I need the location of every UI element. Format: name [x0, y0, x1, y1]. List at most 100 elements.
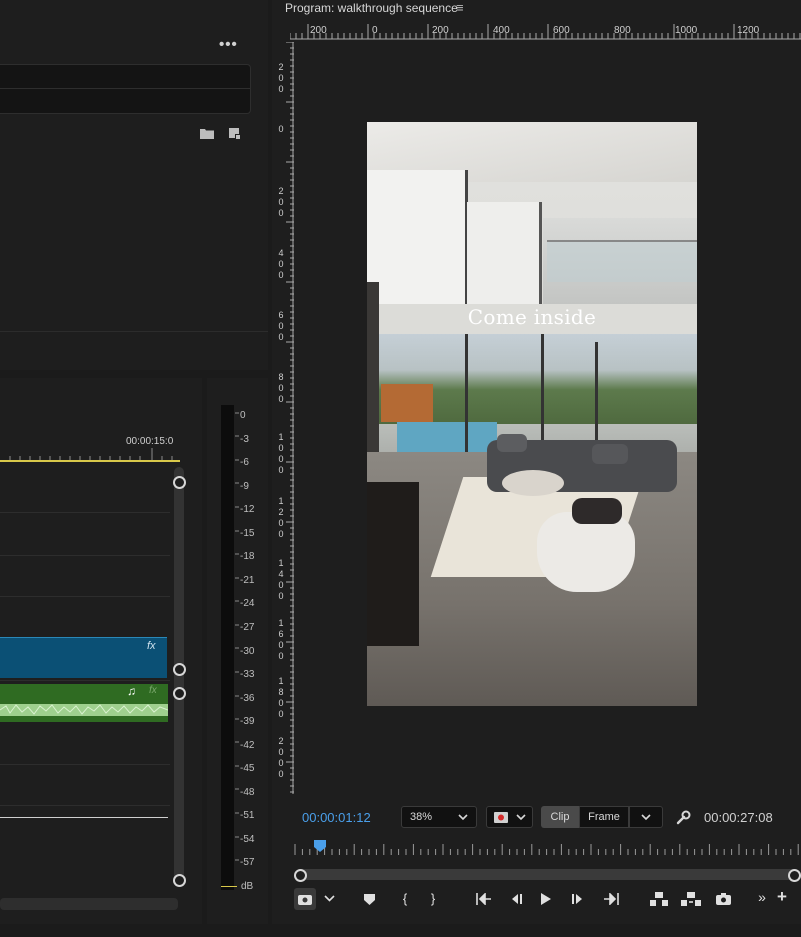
- ruler-v-label: 0: [278, 698, 284, 708]
- track-divider: [0, 512, 170, 513]
- window-mid: [467, 202, 542, 306]
- video-overlay-text: Come inside: [467, 305, 597, 329]
- chevron-down-icon[interactable]: [324, 895, 335, 903]
- ruler-v-label: 1: [278, 432, 284, 442]
- ruler-v-label: 1: [278, 558, 284, 568]
- current-timecode[interactable]: 00:00:01:12: [302, 810, 371, 825]
- frame-dropdown[interactable]: [629, 806, 663, 828]
- ruler-v-label: 0: [278, 640, 284, 650]
- step-back-icon[interactable]: [509, 893, 523, 905]
- extract-icon[interactable]: [681, 892, 701, 906]
- go-to-in-icon[interactable]: [476, 893, 492, 905]
- clip-toggle[interactable]: Clip: [541, 806, 579, 828]
- fx-badge: fx: [147, 640, 156, 652]
- ruler-v-label: 0: [278, 709, 284, 719]
- ruler-h-label: 800: [614, 25, 631, 36]
- scroll-handle-bottom[interactable]: [173, 874, 186, 887]
- meter-label: -15: [240, 527, 255, 539]
- ruler-v-label: 0: [278, 208, 284, 218]
- camera-icon: [298, 895, 312, 905]
- timeline-horizontal-scrollbar[interactable]: [0, 898, 178, 910]
- audio-level-meter: [221, 405, 234, 890]
- go-to-out-icon[interactable]: [603, 893, 619, 905]
- duration-timecode: 00:00:27:08: [704, 810, 773, 825]
- zoom-handle-right[interactable]: [788, 869, 801, 882]
- ruler-v-label: 2: [278, 736, 284, 746]
- ruler-v-label: 0: [278, 197, 284, 207]
- step-forward-icon[interactable]: [571, 893, 585, 905]
- mark-in-icon[interactable]: {: [395, 891, 415, 906]
- meter-peak-line: [221, 886, 237, 887]
- meter-label: dB: [241, 881, 254, 892]
- meter-label: -6: [240, 457, 249, 469]
- horizontal-ruler: [290, 24, 801, 40]
- track-divider: [0, 764, 170, 765]
- zoom-dropdown[interactable]: 38%: [401, 806, 477, 828]
- ruler-v-label: 0: [278, 332, 284, 342]
- ruler-v-label: 2: [278, 186, 284, 196]
- panel-menu-icon[interactable]: ≡: [456, 0, 464, 15]
- ruler-h-label: 1200: [737, 25, 760, 36]
- playhead-icon[interactable]: [314, 840, 326, 852]
- meter-label: -9: [240, 480, 249, 492]
- fence: [381, 384, 433, 422]
- chevron-down-icon: [641, 813, 651, 820]
- ruler-v-label: 2: [278, 507, 284, 517]
- camera-button[interactable]: [294, 888, 316, 910]
- work-area-bar[interactable]: [0, 460, 180, 462]
- project-panel: •••: [0, 0, 268, 370]
- tv-console: [367, 482, 419, 646]
- window-mullion: [465, 334, 468, 464]
- ruler-v-label: 0: [278, 394, 284, 404]
- wrench-icon[interactable]: [676, 810, 691, 825]
- mark-out-icon[interactable]: }: [423, 891, 443, 906]
- bin-field[interactable]: [0, 88, 251, 114]
- search-field[interactable]: [0, 64, 251, 89]
- meter-label: -27: [240, 621, 255, 633]
- audio-fx-badge: fx: [149, 685, 157, 696]
- ruler-v-label: 1: [278, 676, 284, 686]
- program-video-frame[interactable]: Come inside: [367, 122, 697, 706]
- meter-label: -18: [240, 551, 255, 563]
- program-monitor-title[interactable]: Program: walkthrough sequence: [285, 1, 458, 15]
- sofa-cushion: [592, 444, 628, 464]
- resolution-dropdown[interactable]: [486, 806, 533, 828]
- sofa-cushion: [497, 434, 527, 452]
- add-button-icon[interactable]: +: [772, 887, 792, 907]
- ruler-v-label: 4: [278, 569, 284, 579]
- folder-icon[interactable]: [200, 128, 214, 139]
- more-controls-icon[interactable]: »: [752, 889, 772, 905]
- playback-zoom-bar[interactable]: [298, 869, 798, 880]
- zoom-handle-left[interactable]: [294, 869, 307, 882]
- ruler-v-label: 0: [278, 591, 284, 601]
- meter-label: -45: [240, 763, 255, 775]
- timeline-ruler-ticks: [9, 448, 173, 460]
- meter-label: -36: [240, 692, 255, 704]
- meter-ticks: [235, 412, 239, 861]
- ruler-v-label: 8: [278, 687, 284, 697]
- timeline-vertical-scrollbar[interactable]: [174, 467, 184, 887]
- timeline-timecode-label: 00:00:15:0: [126, 436, 174, 447]
- scroll-handle-top[interactable]: [173, 476, 186, 489]
- scroll-handle-mid[interactable]: [173, 663, 186, 676]
- audio-clip[interactable]: ♫ fx: [0, 684, 168, 722]
- ruler-v-label: 0: [278, 84, 284, 94]
- play-icon[interactable]: [540, 892, 552, 906]
- ruler-v-label: 0: [278, 259, 284, 269]
- scroll-handle-mid2[interactable]: [173, 687, 186, 700]
- armchair: [537, 512, 635, 592]
- marker-icon[interactable]: [364, 894, 375, 905]
- ruler-h-label: 200: [310, 25, 327, 36]
- meter-label: -42: [240, 739, 255, 751]
- frame-toggle[interactable]: Frame: [579, 806, 629, 828]
- ruler-v-label: 6: [278, 629, 284, 639]
- ruler-v-label: 1: [278, 496, 284, 506]
- meter-label: -3: [240, 433, 249, 445]
- lift-icon[interactable]: [650, 892, 668, 906]
- cushion: [572, 498, 622, 524]
- export-frame-icon[interactable]: [716, 893, 731, 905]
- ruler-v-label: 0: [278, 270, 284, 280]
- new-item-icon[interactable]: [229, 128, 241, 140]
- panel-menu-button[interactable]: •••: [219, 36, 238, 53]
- video-clip[interactable]: fx: [0, 637, 167, 678]
